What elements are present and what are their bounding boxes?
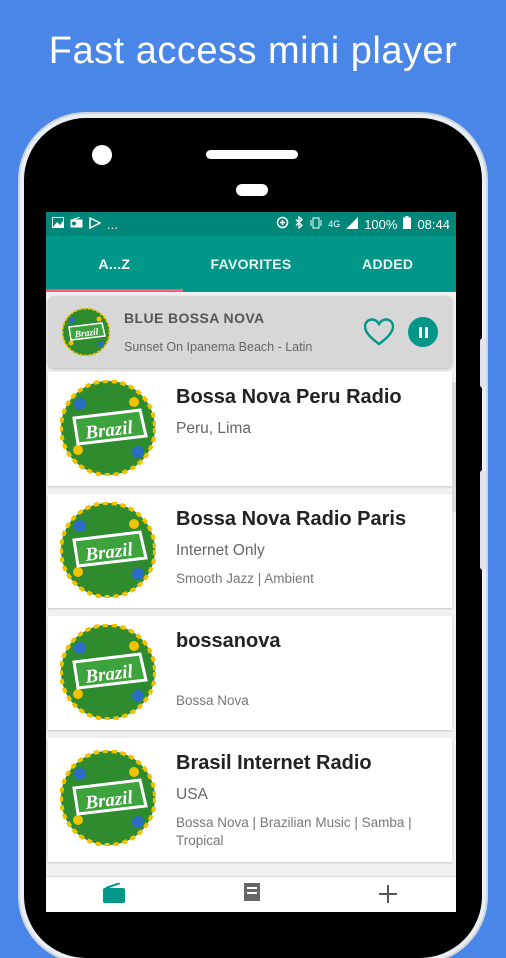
more-notifications: ... [107,216,118,232]
phone-side-button [480,338,486,388]
pause-icon-bar [424,326,428,338]
list-item[interactable]: Brazil Bossa Nova Radio Paris Internet O… [48,494,452,608]
add-icon [378,885,397,903]
tab-bar: A...Z FAVORITES ADDED [46,236,456,292]
pause-icon-bar [418,326,422,338]
active-tab-indicator [46,289,183,292]
station-genres: Bossa Nova | Brazilian Music | Samba | T… [176,815,412,848]
station-logo: Brazil [60,624,156,720]
battery-icon [403,216,412,232]
station-logo: Brazil [60,502,156,598]
scrollbar[interactable] [452,382,456,512]
station-location: USA [176,786,208,803]
station-logo: Brazil [62,308,110,356]
nav-add-button[interactable] [319,877,456,912]
station-name: Bossa Nova Peru Radio [176,386,402,408]
phone-speaker [206,150,298,159]
station-name: bossanova [176,630,281,652]
network-type: 4G [328,219,341,229]
tab-a-z[interactable]: A...Z [46,236,183,292]
station-location: Peru, Lima [176,420,251,437]
phone-camera [92,145,112,165]
station-name: Brasil Internet Radio [176,752,372,774]
mini-player[interactable]: Brazil BLUE BOSSA NOVA Sunset On Ipanema… [48,296,452,368]
now-playing-station: BLUE BOSSA NOVA [124,310,265,326]
now-playing-track: Sunset On Ipanema Beach - Latin [124,340,313,354]
bottom-navigation [46,876,456,912]
clock: 08:44 [417,216,450,232]
heart-outline-icon[interactable] [364,318,394,346]
station-genres: Bossa Nova [176,693,249,708]
status-bar: ... 4G 100% 08:44 [46,212,456,236]
pause-button[interactable] [408,317,438,347]
nav-radio-button[interactable] [46,877,183,912]
vibrate-icon [310,217,322,232]
phone-volume-button [480,470,486,570]
image-notification-icon [52,217,64,231]
station-logo: Brazil [60,380,156,476]
list-item[interactable]: Brazil Bossa Nova Peru Radio Peru, Lima [48,372,452,486]
app-screen: ... 4G 100% 08:44 A...Z FAVORITES ADDED … [46,212,456,912]
station-genres: Smooth Jazz | Ambient [176,571,314,586]
battery-level: 100% [364,216,398,232]
bluetooth-icon [295,215,304,232]
list-item[interactable]: Brazil Brasil Internet Radio USA Bossa N… [48,738,452,862]
radio-notification-icon [70,216,83,231]
list-icon [244,883,260,901]
list-item[interactable]: Brazil bossanova Bossa Nova [48,616,452,730]
play-store-icon [89,216,102,232]
promo-headline: Fast access mini player [48,30,458,72]
phone-sensor [236,184,268,196]
station-name: Bossa Nova Radio Paris [176,508,407,530]
nav-list-button[interactable] [183,877,320,912]
tab-added[interactable]: ADDED [319,236,456,292]
station-location: Internet Only [176,542,265,559]
station-logo: Brazil [60,750,156,846]
radio-icon [103,883,126,903]
signal-icon [346,216,359,232]
tab-favorites[interactable]: FAVORITES [183,236,320,292]
data-saver-icon [276,216,289,232]
